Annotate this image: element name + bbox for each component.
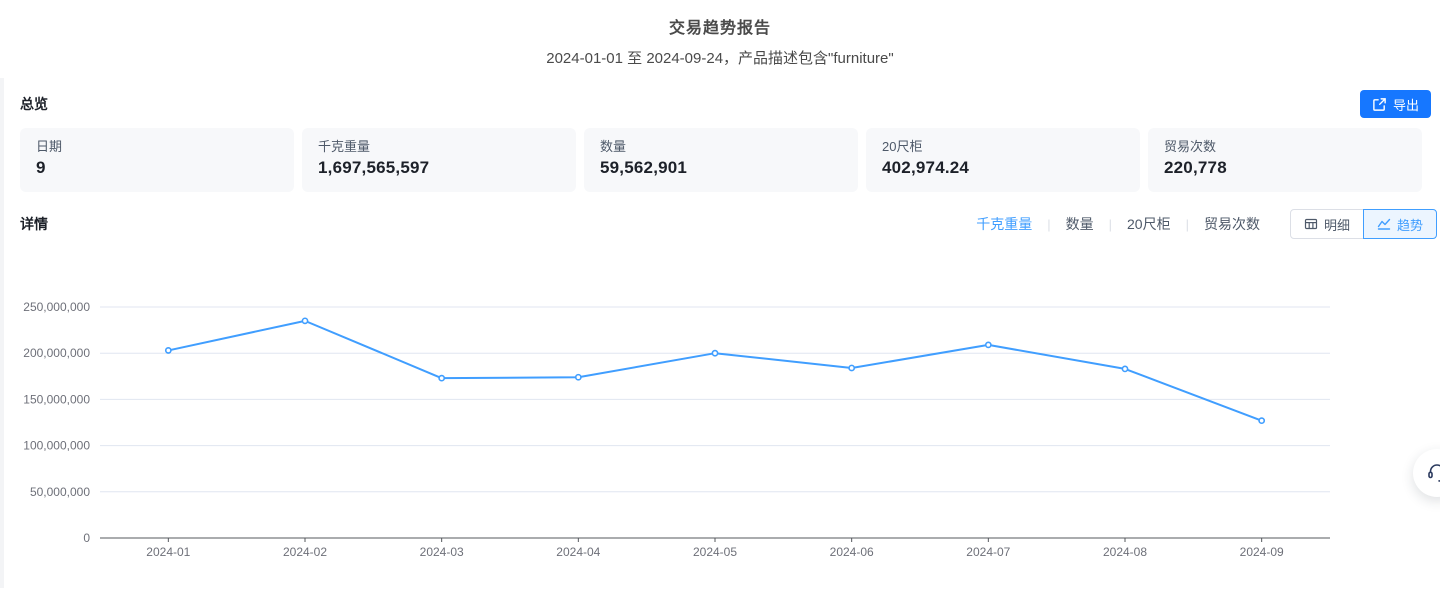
y-axis-tick-label: 200,000,000 — [23, 346, 90, 360]
x-axis-tick-label: 2024-07 — [966, 545, 1010, 559]
table-grid-icon — [1304, 217, 1318, 231]
x-axis-tick-label: 2024-06 — [830, 545, 874, 559]
details-section-title: 详情 — [20, 214, 48, 234]
headset-icon — [1426, 461, 1440, 486]
data-point-marker[interactable] — [849, 365, 854, 370]
page-subtitle: 2024-01-01 至 2024-09-24，产品描述包含"furniture… — [0, 47, 1440, 68]
x-axis-tick-label: 2024-05 — [693, 545, 737, 559]
stat-card-value: 1,697,565,597 — [318, 158, 560, 178]
export-icon — [1372, 97, 1387, 112]
data-point-marker[interactable] — [986, 342, 991, 347]
stat-card-label: 千克重量 — [318, 138, 560, 155]
data-point-marker[interactable] — [1122, 366, 1127, 371]
trend-view-label: 趋势 — [1397, 215, 1423, 234]
stat-card-kg-weight: 千克重量 1,697,565,597 — [302, 128, 576, 192]
data-point-marker[interactable] — [1259, 418, 1264, 423]
metric-tab-trade-count[interactable]: 贸易次数 — [1202, 214, 1262, 234]
x-axis-tick-label: 2024-01 — [146, 545, 190, 559]
stat-card-label: 日期 — [36, 138, 278, 155]
data-point-marker[interactable] — [166, 348, 171, 353]
x-axis-tick-label: 2024-08 — [1103, 545, 1147, 559]
trend-chart[interactable]: 0 50,000,000 100,000,000 150,000,000 200,000… — [0, 250, 1440, 588]
y-axis-tick-label: 250,000,000 — [23, 300, 90, 314]
data-point-marker[interactable] — [712, 351, 717, 356]
x-axis-tick-label: 2024-09 — [1240, 545, 1284, 559]
y-axis-tick-label: 0 — [83, 531, 90, 545]
overview-section-title: 总览 — [20, 94, 48, 114]
data-point-marker[interactable] — [302, 318, 307, 323]
stat-card-label: 贸易次数 — [1164, 138, 1406, 155]
trend-view-button[interactable]: 趋势 — [1363, 209, 1437, 239]
x-axis-tick-label: 2024-02 — [283, 545, 327, 559]
metric-tab-20ft-container[interactable]: 20尺柜 — [1125, 214, 1173, 234]
trend-line — [168, 321, 1261, 421]
detail-view-label: 明细 — [1324, 215, 1350, 234]
stat-card-label: 20尺柜 — [882, 138, 1124, 155]
stat-card-trade-count: 贸易次数 220,778 — [1148, 128, 1422, 192]
x-axis-tick-label: 2024-03 — [420, 545, 464, 559]
y-axis-tick-label: 100,000,000 — [23, 439, 90, 453]
tab-separator: | — [1109, 217, 1112, 232]
metric-tabs: 千克重量 | 数量 | 20尺柜 | 贸易次数 — [974, 214, 1262, 234]
stat-card-label: 数量 — [600, 138, 842, 155]
stat-card-value: 220,778 — [1164, 158, 1406, 178]
export-button-label: 导出 — [1393, 95, 1419, 114]
stat-card-quantity: 数量 59,562,901 — [584, 128, 858, 192]
page-title: 交易趋势报告 — [0, 14, 1440, 38]
export-button[interactable]: 导出 — [1360, 90, 1431, 118]
y-axis-tick-label: 50,000,000 — [30, 485, 90, 499]
line-chart-icon — [1377, 217, 1391, 231]
metric-tab-kg-weight[interactable]: 千克重量 — [974, 214, 1034, 234]
metric-tab-quantity[interactable]: 数量 — [1064, 214, 1096, 234]
detail-view-button[interactable]: 明细 — [1290, 209, 1364, 239]
stat-card-date: 日期 9 — [20, 128, 294, 192]
tab-separator: | — [1186, 217, 1189, 232]
details-header-row: 详情 千克重量 | 数量 | 20尺柜 | 贸易次数 明细 — [20, 208, 1437, 240]
data-point-marker[interactable] — [439, 376, 444, 381]
overview-cards: 日期 9 千克重量 1,697,565,597 数量 59,562,901 20… — [20, 128, 1422, 192]
report-header: 交易趋势报告 2024-01-01 至 2024-09-24，产品描述包含"fu… — [0, 14, 1440, 68]
x-axis-tick-label: 2024-04 — [556, 545, 600, 559]
stat-card-value: 59,562,901 — [600, 158, 842, 178]
stat-card-value: 402,974.24 — [882, 158, 1124, 178]
trend-chart-svg: 0 50,000,000 100,000,000 150,000,000 200,000… — [0, 250, 1440, 588]
view-toggle-group: 明细 趋势 — [1290, 209, 1437, 239]
tab-separator: | — [1047, 217, 1050, 232]
y-axis-tick-label: 150,000,000 — [23, 392, 90, 406]
data-point-marker[interactable] — [576, 375, 581, 380]
stat-card-20ft-container: 20尺柜 402,974.24 — [866, 128, 1140, 192]
stat-card-value: 9 — [36, 158, 278, 178]
